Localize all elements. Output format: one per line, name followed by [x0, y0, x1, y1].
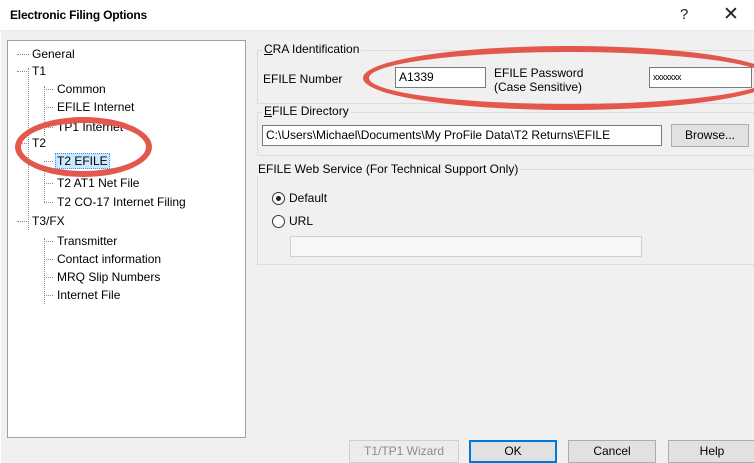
tree-item-label: T2 EFILE	[55, 153, 110, 169]
efile-number-label: EFILE Number	[263, 72, 343, 86]
title-bar: Electronic Filing Options ? ✕	[0, 0, 754, 31]
cancel-button[interactable]: Cancel	[568, 440, 656, 463]
tree-item-label: Common	[57, 82, 106, 96]
default-radio[interactable]	[272, 192, 285, 205]
tree-item-label: MRQ Slip Numbers	[57, 270, 161, 284]
tree-item-general[interactable]: General	[17, 46, 77, 63]
tree-item-label: TP1 Internet	[57, 120, 124, 134]
tree-item-internet-file[interactable]: Internet File	[44, 287, 122, 304]
tree-item-label: T1	[32, 64, 47, 78]
tree-item-label: General	[32, 47, 75, 61]
tree-item-label: T2 AT1 Net File	[57, 176, 140, 190]
tree-item-mrq-slip-numbers[interactable]: MRQ Slip Numbers	[44, 269, 162, 286]
options-tree[interactable]: General T1 Common EFILE Internet TP1 Int…	[7, 40, 246, 438]
directory-group-title: EFILE Directory	[262, 104, 351, 118]
browse-button[interactable]: Browse...	[671, 124, 749, 147]
tree-item-t2-at1-net-file[interactable]: T2 AT1 Net File	[44, 175, 141, 192]
web-service-group-title: EFILE Web Service (For Technical Support…	[256, 162, 521, 176]
ok-button[interactable]: OK	[469, 440, 557, 463]
url-radio-label[interactable]: URL	[289, 214, 313, 228]
tree-item-t2-co17[interactable]: T2 CO-17 Internet Filing	[44, 194, 188, 211]
url-radio[interactable]	[272, 215, 285, 228]
help-button[interactable]: Help	[668, 440, 754, 463]
tree-item-t3fx[interactable]: T3/FX	[17, 213, 67, 230]
tree-item-tp1-internet[interactable]: TP1 Internet	[44, 119, 125, 136]
efile-password-label: EFILE Password	[494, 66, 584, 80]
efile-password-field[interactable]: xxxxxxx	[649, 67, 752, 88]
tree-item-label: T2	[32, 136, 47, 150]
cra-group-title: CRA Identification	[262, 42, 362, 56]
efile-number-field[interactable]: A1339	[395, 67, 486, 88]
tree-item-t2[interactable]: T2	[17, 135, 48, 152]
tree-item-label: Transmitter	[57, 234, 118, 248]
efile-directory-path-field[interactable]: C:\Users\Michael\Documents\My ProFile Da…	[262, 125, 662, 146]
dialog-body: General T1 Common EFILE Internet TP1 Int…	[1, 31, 754, 463]
tree-item-common[interactable]: Common	[44, 81, 108, 98]
window-title: Electronic Filing Options	[10, 8, 148, 22]
url-input[interactable]	[290, 236, 642, 257]
tree-item-contact-information[interactable]: Contact information	[44, 251, 163, 268]
tree-item-t2-efile[interactable]: T2 EFILE	[44, 153, 110, 170]
default-radio-label[interactable]: Default	[289, 191, 327, 205]
tree-item-label: EFILE Internet	[57, 100, 135, 114]
tree-item-label: Contact information	[57, 252, 162, 266]
tree-item-efile-internet[interactable]: EFILE Internet	[44, 99, 136, 116]
tree-item-transmitter[interactable]: Transmitter	[44, 233, 119, 250]
tree-item-label: T3/FX	[32, 214, 65, 228]
password-case-note: (Case Sensitive)	[494, 80, 583, 94]
close-icon[interactable]: ✕	[723, 3, 739, 26]
wizard-button[interactable]: T1/TP1 Wizard	[349, 440, 459, 463]
tree-item-label: T2 CO-17 Internet Filing	[57, 195, 186, 209]
tree-item-t1[interactable]: T1	[17, 63, 48, 80]
tree-item-label: Internet File	[57, 288, 121, 302]
help-icon[interactable]: ?	[680, 6, 688, 23]
